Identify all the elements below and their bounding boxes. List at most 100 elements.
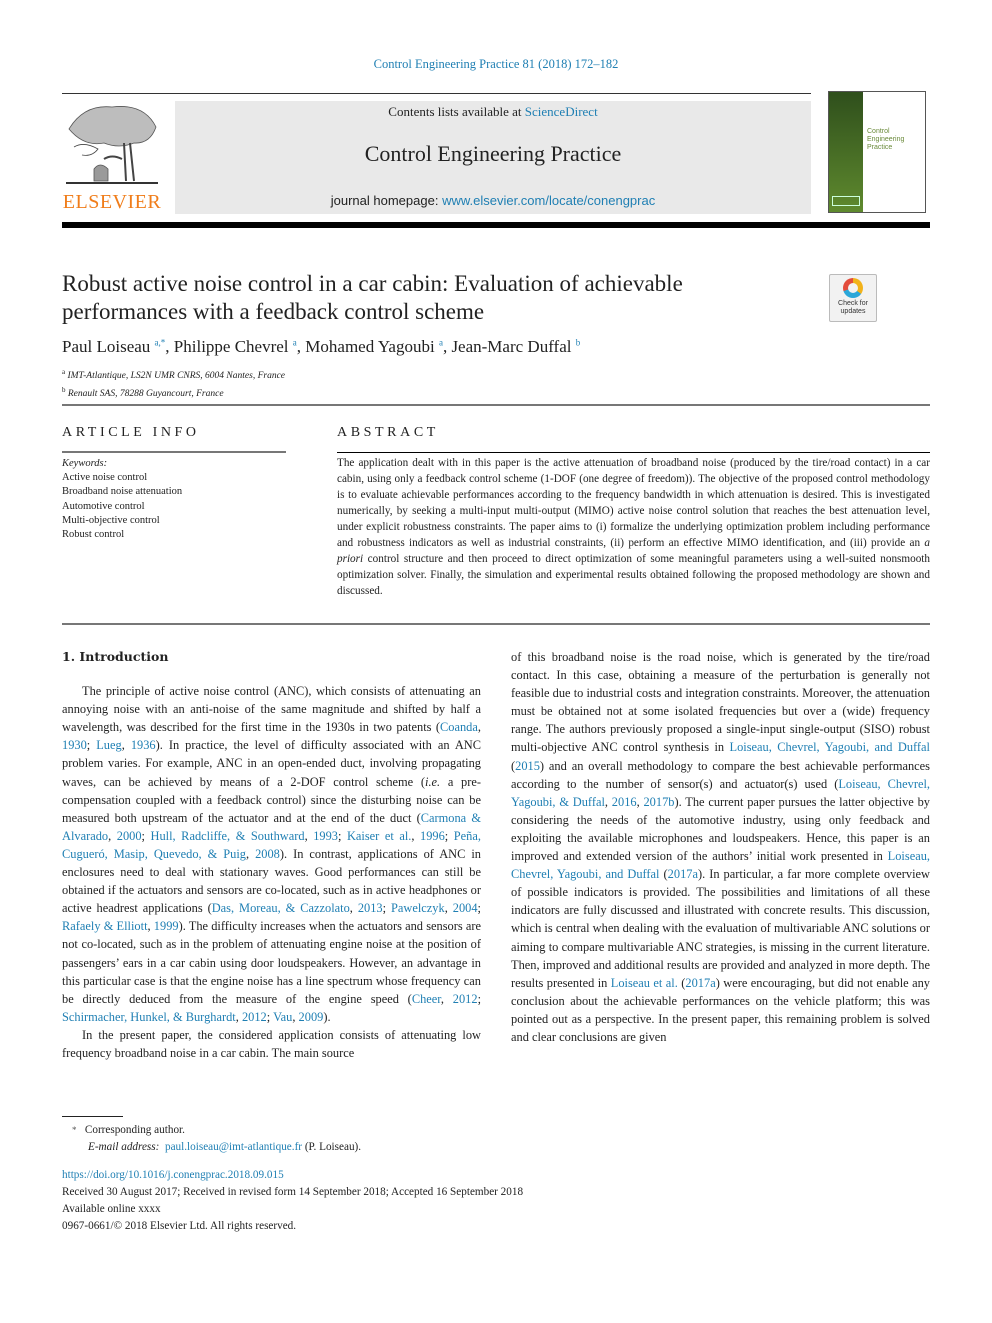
keyword: Automotive control xyxy=(62,500,145,512)
citation-link[interactable]: 2017a xyxy=(668,867,698,881)
keyword: Multi-objective control xyxy=(62,514,160,526)
homepage-line: journal homepage: www.elsevier.com/locat… xyxy=(175,193,811,208)
intro-paragraph-2: In the present paper, the considered app… xyxy=(62,1027,481,1060)
article-info-heading: ARTICLE INFO xyxy=(62,425,200,440)
citation-link[interactable]: Loiseau et al. xyxy=(611,976,678,990)
intro-paragraph-continued: of this broadband noise is the road nois… xyxy=(511,650,931,1044)
keyword: Active noise control xyxy=(62,472,148,484)
keywords-label: Keywords: xyxy=(62,458,108,469)
contents-prefix: Contents lists available at xyxy=(388,104,525,119)
contents-line: Contents lists available at ScienceDirec… xyxy=(175,104,811,120)
article-history: Received 30 August 2017; Received in rev… xyxy=(62,1186,524,1198)
keywords-list: Keywords: Active noise control Broadband… xyxy=(62,457,182,542)
body-column-left: 1. Introduction The principle of active … xyxy=(62,648,481,1062)
citation-link[interactable]: 1996 xyxy=(420,829,445,843)
citation-link[interactable]: Pawelczyk xyxy=(391,901,445,915)
elsevier-wordmark: ELSEVIER xyxy=(62,191,162,213)
keyword: Broadband noise attenuation xyxy=(62,486,183,498)
citation-link[interactable]: 1999 xyxy=(154,919,179,933)
citation-link[interactable]: 2012 xyxy=(453,992,478,1006)
email-note: E-mail address: paul.loiseau@imt-atlanti… xyxy=(62,1139,361,1156)
header-divider xyxy=(62,93,811,94)
citation-link[interactable]: Coanda xyxy=(440,720,478,734)
footnotes: * Corresponding author. E-mail address: … xyxy=(62,1122,361,1156)
author-name[interactable]: Jean-Marc Duffal xyxy=(451,337,571,356)
citation-link[interactable]: Loiseau, Chevrel, Yagoubi, and Duffal xyxy=(511,849,930,881)
citation-link[interactable]: 2015 xyxy=(515,759,540,773)
abstract-text-part: control structure and then proceed to di… xyxy=(337,553,930,597)
check-for-updates-button[interactable]: Check for updates xyxy=(829,274,877,322)
cover-title: Control Engineering Practice xyxy=(867,128,905,151)
abstract-bottom-divider xyxy=(62,623,930,625)
citation-link[interactable]: 2017b xyxy=(643,795,674,809)
citation-link[interactable]: 2016 xyxy=(612,795,637,809)
citation-link[interactable]: Hull, Radcliffe, & Southward xyxy=(151,829,305,843)
footnote-divider xyxy=(62,1116,123,1117)
article-title: Robust active noise control in a car cab… xyxy=(62,271,683,324)
email-label: E-mail address: xyxy=(88,1141,160,1153)
elsevier-logo[interactable]: ELSEVIER xyxy=(62,99,162,214)
keyword: Robust control xyxy=(62,529,125,541)
citation-link[interactable]: 2000 xyxy=(117,829,142,843)
footnote-star: * xyxy=(72,1125,77,1135)
email-suffix: (P. Loiseau). xyxy=(302,1141,362,1153)
citation-link[interactable]: 2004 xyxy=(453,901,478,915)
abstract-text: The application dealt with in this paper… xyxy=(337,455,930,599)
citation-link[interactable]: 1930 xyxy=(62,738,87,752)
abstract-heading: ABSTRACT xyxy=(337,425,439,440)
author-name[interactable]: Philippe Chevrel xyxy=(174,337,289,356)
citation-link[interactable]: Das, Moreau, & Cazzolato xyxy=(212,901,350,915)
affiliation-marker[interactable]: a xyxy=(293,337,297,347)
homepage-prefix: journal homepage: xyxy=(330,193,443,208)
body-column-right: of this broadband noise is the road nois… xyxy=(511,648,930,1046)
journal-homepage-link[interactable]: www.elsevier.com/locate/conengprac xyxy=(442,193,655,208)
journal-cover-thumbnail[interactable]: Control Engineering Practice xyxy=(828,91,926,213)
citation-link[interactable]: Cheer xyxy=(412,992,441,1006)
citation-link[interactable]: 2017a xyxy=(685,976,715,990)
author-name[interactable]: Paul Loiseau xyxy=(62,337,150,356)
journal-title: Control Engineering Practice xyxy=(364,141,622,166)
affiliation: b Renault SAS, 78288 Guyancourt, France xyxy=(62,383,285,401)
sciencedirect-link[interactable]: ScienceDirect xyxy=(525,104,598,119)
abstract-text-part: The application dealt with in this paper… xyxy=(337,457,930,549)
corresponding-author-label: Corresponding author. xyxy=(84,1124,185,1136)
citation-link[interactable]: Loiseau, Chevrel, Yagoubi, & Duffal xyxy=(511,777,930,809)
author-name[interactable]: Mohamed Yagoubi xyxy=(305,337,434,356)
affiliation-text: Renault SAS, 78288 Guyancourt, France xyxy=(65,389,224,400)
citation-link[interactable]: Loiseau, Chevrel, Yagoubi, and Duffal xyxy=(730,740,930,754)
citation-link[interactable]: 1993 xyxy=(313,829,338,843)
citation-link[interactable]: 2008 xyxy=(255,847,280,861)
affiliation-marker[interactable]: a,* xyxy=(155,337,166,347)
affiliation-marker[interactable]: a xyxy=(439,337,443,347)
author-email-link[interactable]: paul.loiseau@imt-atlantique.fr xyxy=(165,1141,302,1153)
doi-link[interactable]: https://doi.org/10.1016/j.conengprac.201… xyxy=(62,1169,284,1181)
journal-masthead: Contents lists available at ScienceDirec… xyxy=(175,101,811,214)
available-online: Available online xxxx xyxy=(62,1203,161,1215)
affiliation-marker[interactable]: b xyxy=(576,337,581,347)
citation-link[interactable]: Rafaely & Elliott xyxy=(62,919,148,933)
citation-link[interactable]: Vau xyxy=(273,1010,292,1024)
cover-spine xyxy=(829,92,863,212)
affiliations: a IMT-Atlantique, LS2N UMR CNRS, 6004 Na… xyxy=(62,365,285,401)
citation-link[interactable]: 1936 xyxy=(131,738,156,752)
copyright: 0967-0661/© 2018 Elsevier Ltd. All right… xyxy=(62,1220,297,1232)
ifac-badge-icon xyxy=(832,196,860,206)
citation-link[interactable]: 2013 xyxy=(358,901,383,915)
corresponding-author-note: * Corresponding author. xyxy=(62,1122,361,1139)
affiliation: a IMT-Atlantique, LS2N UMR CNRS, 6004 Na… xyxy=(62,365,285,383)
italic-term: i.e. xyxy=(425,774,441,789)
citation-link[interactable]: Lueg xyxy=(96,738,121,752)
abstract-divider xyxy=(337,452,930,453)
citation-link[interactable]: Schirmacher, Hunkel, & Burghardt xyxy=(62,1010,236,1024)
publication-info: https://doi.org/10.1016/j.conengprac.201… xyxy=(62,1167,523,1235)
crossmark-icon-center xyxy=(848,283,858,293)
citation-link[interactable]: 2009 xyxy=(299,1010,324,1024)
citation-link[interactable]: 2012 xyxy=(242,1010,267,1024)
journal-reference-link[interactable]: Control Engineering Practice 81 (2018) 1… xyxy=(0,57,992,72)
section-heading-introduction: 1. Introduction xyxy=(62,649,169,664)
header-thick-rule xyxy=(62,222,930,228)
elsevier-tree-icon xyxy=(66,106,158,184)
intro-paragraph-1: The principle of active noise control (A… xyxy=(62,684,482,1024)
affiliation-text: IMT-Atlantique, LS2N UMR CNRS, 6004 Nant… xyxy=(65,371,286,382)
citation-link[interactable]: Kaiser et al. xyxy=(347,829,411,843)
